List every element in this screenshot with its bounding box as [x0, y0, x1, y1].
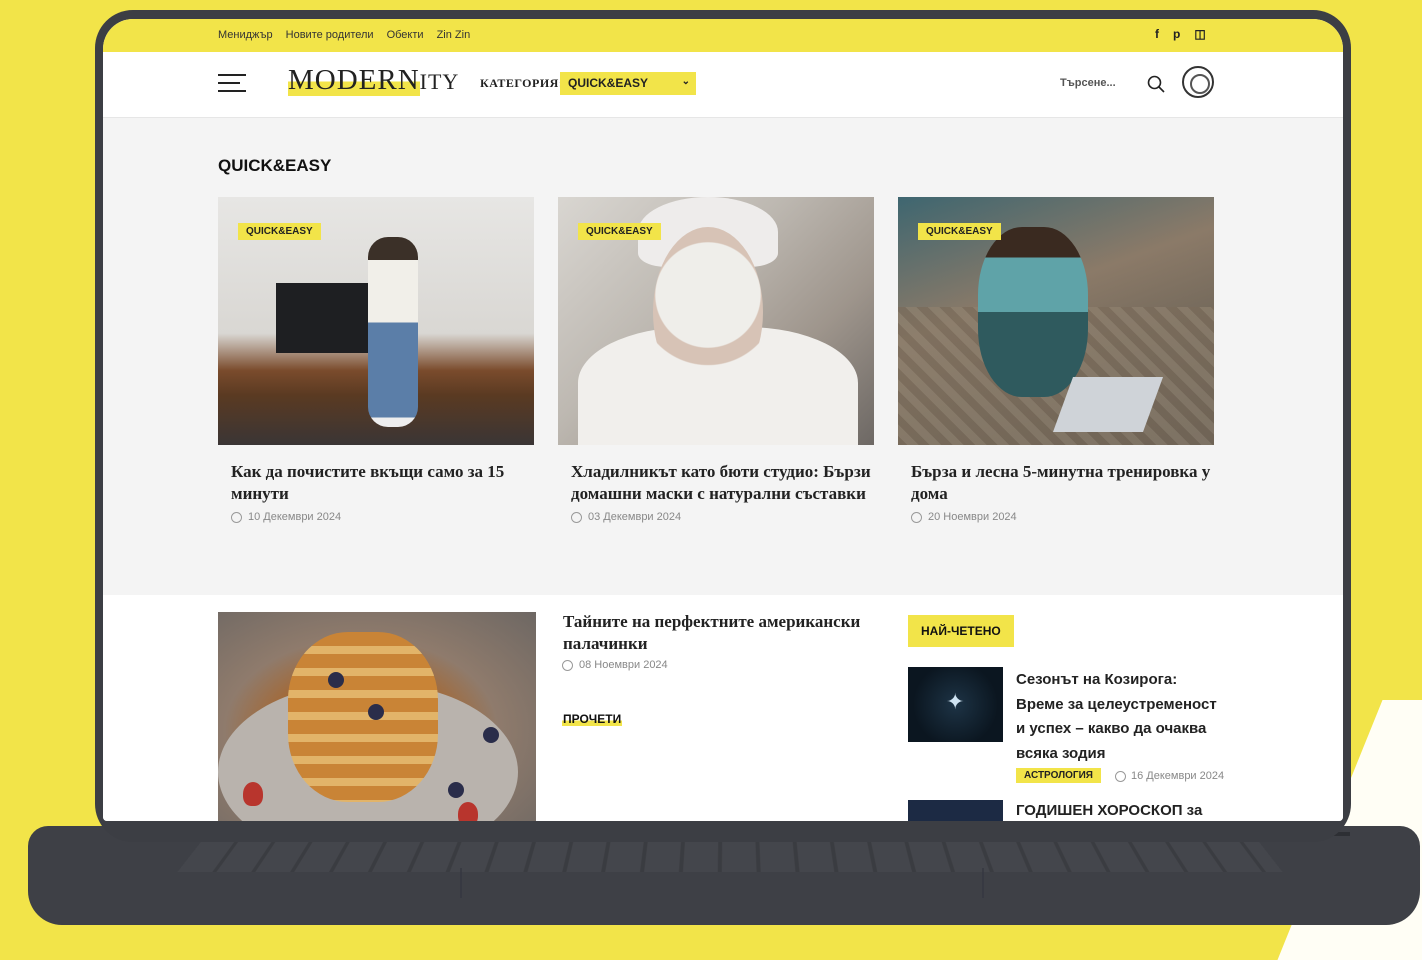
main-nav: MODERNITY КАТЕГОРИЯ: QUICK&EASY ⌄ Търсен… [103, 52, 1343, 118]
most-read-title[interactable]: ГОДИШЕН ХОРОСКОП за [1016, 802, 1202, 819]
blueberry [368, 704, 384, 720]
clock-icon [1115, 770, 1126, 782]
facebook-icon[interactable]: f [1155, 27, 1159, 41]
category-tag[interactable]: QUICK&EASY [918, 223, 1001, 240]
date-text: 16 Декември 2024 [1131, 770, 1225, 782]
top-link-manager[interactable]: Мениджър [218, 29, 273, 41]
blueberry [328, 672, 344, 688]
article-image[interactable]: QUICK&EASY [898, 197, 1214, 445]
top-link-zinzin[interactable]: Zin Zin [437, 29, 471, 41]
date-text: 20 Ноември 2024 [928, 511, 1017, 523]
article-card[interactable]: QUICK&EASY Бърза и лесна 5-минутна трени… [898, 197, 1214, 523]
top-links: Мениджър Новите родители Обекти Zin Zin [218, 29, 470, 41]
most-read-image[interactable] [908, 667, 1003, 742]
most-read-title[interactable]: Сезонът на Козирога: Време за целеустрем… [1016, 668, 1226, 766]
date-text: 03 Декември 2024 [588, 511, 682, 523]
featured-date: 08 Ноември 2024 [562, 659, 668, 671]
article-card[interactable]: QUICK&EASY Как да почистите вкъщи само з… [218, 197, 534, 523]
article-card[interactable]: QUICK&EASY Хладилникът като бюти студио:… [558, 197, 874, 523]
category-tag[interactable]: QUICK&EASY [238, 223, 321, 240]
clock-icon [231, 511, 242, 523]
face-shape [653, 227, 763, 397]
clock-icon [911, 511, 922, 523]
article-image[interactable]: QUICK&EASY [558, 197, 874, 445]
featured-title[interactable]: Тайните на перфектните американски палач… [563, 611, 863, 655]
category-label: КАТЕГОРИЯ: [480, 76, 564, 90]
strawberry [458, 802, 478, 821]
article-date: 10 Декември 2024 [231, 511, 534, 523]
section-title: QUICK&EASY [218, 156, 332, 175]
most-read-image[interactable] [908, 800, 1003, 821]
site-logo[interactable]: MODERNITY [288, 64, 459, 97]
menu-icon[interactable] [218, 74, 246, 92]
pancake-stack [288, 632, 438, 802]
most-read-heading: НАЙ-ЧЕТЕНО [908, 615, 1014, 647]
laptop-screen: Мениджър Новите родители Обекти Zin Zin … [103, 19, 1343, 821]
blueberry [483, 727, 499, 743]
article-title[interactable]: Хладилникът като бюти студио: Бързи дома… [571, 461, 871, 505]
user-avatar-icon[interactable] [1182, 66, 1214, 98]
category-tag[interactable]: QUICK&EASY [578, 223, 661, 240]
search-icon[interactable] [1146, 74, 1166, 94]
chevron-down-icon: ⌄ [681, 76, 690, 87]
clock-icon [562, 659, 573, 671]
social-links: f p ◫ [1155, 27, 1206, 41]
most-read-tag[interactable]: АСТРОЛОГИЯ [1016, 768, 1101, 783]
read-more-link[interactable]: ПРОЧЕТИ [562, 712, 623, 726]
lower-section: Тайните на перфектните американски палач… [103, 595, 1343, 821]
category-value: QUICK&EASY [568, 76, 649, 90]
logo-main: MODERN [288, 64, 420, 96]
top-link-objects[interactable]: Обекти [387, 29, 424, 41]
most-read-date: 16 Декември 2024 [1115, 770, 1224, 782]
featured-image[interactable] [218, 612, 536, 821]
article-date: 20 Ноември 2024 [911, 511, 1214, 523]
date-text: 10 Декември 2024 [248, 511, 342, 523]
top-link-new-parents[interactable]: Новите родители [286, 29, 374, 41]
logo-tail: ITY [419, 69, 460, 94]
article-image[interactable]: QUICK&EASY [218, 197, 534, 445]
person-shape [978, 227, 1088, 397]
search-input[interactable]: Търсене... [1060, 77, 1116, 89]
article-date: 03 Декември 2024 [571, 511, 874, 523]
article-title[interactable]: Бърза и лесна 5-минутна тренировка у дом… [911, 461, 1211, 505]
date-text: 08 Ноември 2024 [579, 659, 668, 671]
pinterest-icon[interactable]: p [1173, 27, 1180, 41]
instagram-icon[interactable]: ◫ [1194, 27, 1205, 41]
article-title[interactable]: Как да почистите вкъщи само за 15 минути [231, 461, 531, 505]
strawberry [243, 782, 263, 806]
top-bar: Мениджър Новите родители Обекти Zin Zin … [103, 19, 1343, 52]
laptop-trackpad [460, 868, 984, 898]
person-shape [368, 237, 418, 427]
category-select[interactable]: QUICK&EASY ⌄ [560, 72, 696, 95]
clock-icon [571, 511, 582, 523]
blueberry [448, 782, 464, 798]
